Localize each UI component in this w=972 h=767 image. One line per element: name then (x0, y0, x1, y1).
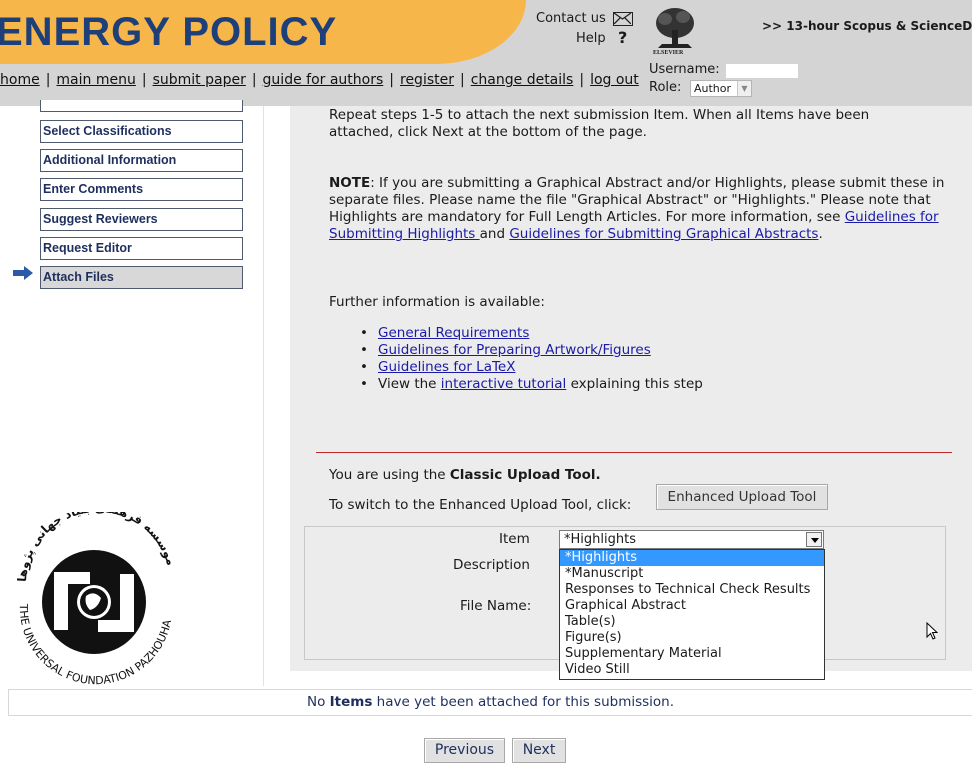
classic-tool-name: Classic Upload Tool. (449, 467, 601, 483)
role-value: Author (694, 82, 732, 95)
nav-change-details[interactable]: change details (471, 72, 574, 88)
sidebar-item-request-editor[interactable]: Request Editor (40, 237, 243, 260)
username-value (726, 64, 798, 78)
item-option-video-still[interactable]: Video Still (560, 662, 824, 678)
item-option-highlights[interactable]: *Highlights (560, 550, 824, 566)
sidebar-item-attach-files[interactable]: Attach Files (40, 266, 243, 289)
sidebar-divider (263, 106, 264, 686)
elsevier-wordmark: ELSEVIER (653, 50, 684, 56)
list-item: Guidelines for LaTeX (360, 359, 703, 376)
sidebar-item-select-classifications[interactable]: Select Classifications (40, 120, 243, 143)
username-label: Username: (649, 62, 720, 77)
chevron-down-icon[interactable]: ▼ (737, 81, 751, 96)
sidebar-item-partial[interactable] (40, 100, 243, 112)
file-name-label: File Name: (460, 598, 532, 614)
mail-icon[interactable] (613, 12, 633, 26)
nav-register[interactable]: register (400, 72, 454, 88)
nav-separator: | (460, 72, 465, 88)
note-text: NOTE: If you are submitting a Graphical … (329, 175, 949, 243)
nav-submit-paper[interactable]: submit paper (153, 72, 246, 88)
top-nav: home | main menu | submit paper | guide for au… (0, 72, 639, 88)
item-option-graphical-abstract[interactable]: Graphical Abstract (560, 598, 824, 614)
nav-home[interactable]: home (0, 72, 40, 88)
note-label: NOTE (329, 175, 371, 191)
note-end: . (818, 226, 823, 242)
item-label: Item (499, 531, 530, 547)
sidebar-item-suggest-reviewers[interactable]: Suggest Reviewers (40, 208, 243, 231)
item-option-supplementary[interactable]: Supplementary Material (560, 646, 824, 662)
next-button[interactable]: Next (512, 738, 566, 763)
notice-prefix: No (306, 694, 330, 710)
notice-suffix: have yet been attached for this submissi… (372, 694, 675, 710)
pazhouha-foundation-logo: موسسه فرهنگی بنیاد جهانی پژوها THE UNIVE… (6, 501, 182, 690)
classic-prefix: You are using the (329, 467, 450, 483)
nav-guide-for-authors[interactable]: guide for authors (263, 72, 384, 88)
item-type-selected: *Highlights (564, 532, 636, 547)
nav-separator: | (45, 72, 51, 88)
help-icon[interactable]: ? (618, 28, 627, 47)
latex-guidelines-link[interactable]: Guidelines for LaTeX (378, 359, 516, 375)
artwork-guidelines-link[interactable]: Guidelines for Preparing Artwork/Figures (378, 342, 651, 358)
nav-separator: | (141, 72, 147, 88)
enhanced-upload-tool-button[interactable]: Enhanced Upload Tool (656, 484, 828, 510)
list-item: View the interactive tutorial explaining… (360, 376, 703, 393)
role-label: Role: (649, 80, 682, 95)
notice-items: Items (329, 694, 373, 710)
description-label: Description (453, 557, 530, 573)
further-info-text: Further information is available: (329, 294, 545, 310)
item-option-technical-check[interactable]: Responses to Technical Check Results (560, 582, 824, 598)
switch-tool-text: To switch to the Enhanced Upload Tool, c… (329, 497, 632, 513)
promo-link[interactable]: >> 13-hour Scopus & ScienceDire (762, 19, 972, 33)
interactive-tutorial-link[interactable]: interactive tutorial (441, 376, 567, 392)
item-option-tables[interactable]: Table(s) (560, 614, 824, 630)
tutorial-prefix: View the (378, 376, 441, 392)
instructions-text: Repeat steps 1-5 to attach the next subm… (329, 107, 870, 140)
contact-us-link[interactable]: Contact us (536, 11, 606, 26)
note-and: and (479, 226, 510, 242)
list-item: General Requirements (360, 325, 703, 342)
journal-title: ENERGY POLICY (0, 10, 338, 54)
help-link[interactable]: Help (576, 31, 606, 46)
nav-main-menu[interactable]: main menu (56, 72, 135, 88)
item-type-options: *Highlights *Manuscript Responses to Tec… (559, 549, 825, 680)
role-select[interactable]: Author ▼ (690, 80, 752, 97)
item-type-select[interactable]: *Highlights (559, 530, 824, 549)
list-item: Guidelines for Preparing Artwork/Figures (360, 342, 703, 359)
chevron-down-icon[interactable] (806, 532, 822, 547)
graphical-abstract-guidelines-link[interactable]: Guidelines for Submitting Graphical Abst… (509, 226, 818, 242)
mouse-pointer-icon (926, 621, 939, 644)
section-divider (316, 452, 952, 453)
help-links-list: General Requirements Guidelines for Prep… (360, 325, 703, 393)
nav-separator: | (389, 72, 394, 88)
previous-button[interactable]: Previous (424, 738, 505, 763)
nav-log-out[interactable]: log out (590, 72, 639, 88)
sidebar-item-additional-information[interactable]: Additional Information (40, 149, 243, 172)
current-step-arrow-icon (13, 266, 33, 284)
attachments-status: No Items have yet been attached for this… (8, 689, 972, 716)
sidebar-item-enter-comments[interactable]: Enter Comments (40, 178, 243, 201)
item-option-manuscript[interactable]: *Manuscript (560, 566, 824, 582)
upload-tool-status: You are using the Classic Upload Tool. (329, 467, 601, 484)
general-requirements-link[interactable]: General Requirements (378, 325, 529, 341)
tutorial-suffix: explaining this step (566, 376, 703, 392)
nav-separator: | (579, 72, 585, 88)
header: ENERGY POLICY Contact us Help ? ELSEVIER… (0, 0, 972, 106)
nav-separator: | (251, 72, 257, 88)
item-option-figures[interactable]: Figure(s) (560, 630, 824, 646)
journal-banner: ENERGY POLICY (0, 0, 526, 64)
